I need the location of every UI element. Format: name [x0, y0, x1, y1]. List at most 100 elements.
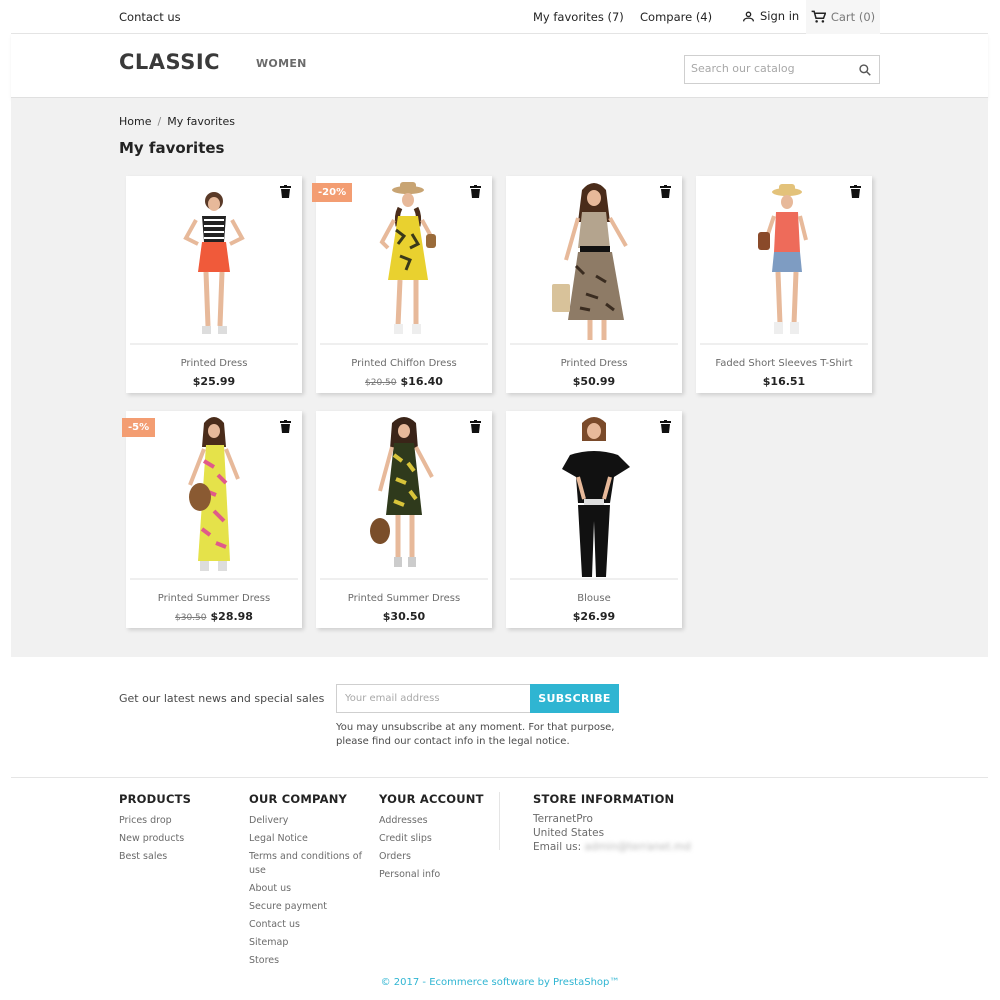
card-divider [510, 343, 678, 345]
cart-icon [811, 10, 826, 23]
breadcrumb: Home / My favorites [119, 115, 235, 128]
trash-icon[interactable] [660, 185, 671, 198]
breadcrumb-current[interactable]: My favorites [167, 115, 235, 128]
product-name[interactable]: Blouse [506, 593, 682, 604]
card-divider [320, 578, 488, 580]
product-image[interactable] [126, 176, 302, 346]
price-row: $16.51 [696, 375, 872, 388]
footer-link[interactable]: Addresses [379, 812, 491, 830]
discount-badge: -20% [312, 183, 353, 202]
card-divider [130, 343, 298, 345]
trash-icon[interactable] [660, 420, 671, 433]
product-price: $26.99 [572, 610, 616, 623]
footer-link[interactable]: Personal info [379, 866, 491, 884]
card-divider [320, 343, 488, 345]
product-card[interactable]: Faded Short Sleeves T-Shirt $16.51 [696, 176, 872, 393]
newsletter-email-input[interactable] [345, 693, 520, 704]
card-divider [510, 578, 678, 580]
breadcrumb-home[interactable]: Home [119, 115, 151, 128]
product-image[interactable] [696, 176, 872, 346]
product-image[interactable] [506, 176, 682, 346]
product-price: $30.50 [382, 610, 426, 623]
store-email-label: Email us: [533, 841, 582, 853]
footer-link[interactable]: Prices drop [119, 812, 239, 830]
product-card[interactable]: Blouse $26.99 [506, 411, 682, 628]
trash-icon[interactable] [470, 185, 481, 198]
footer-products-title: PRODUCTS [119, 792, 192, 806]
footer-divider [11, 777, 988, 778]
footer-link[interactable]: Contact us [249, 916, 367, 934]
newsletter-note: You may unsubscribe at any moment. For t… [336, 722, 615, 747]
footer-link[interactable]: Best sales [119, 848, 239, 866]
product-price: $50.99 [572, 375, 616, 388]
store-country: United States [533, 827, 605, 839]
product-image[interactable] [316, 411, 492, 581]
sign-in-link[interactable]: Sign in [742, 9, 799, 23]
product-name[interactable]: Printed Summer Dress [126, 593, 302, 604]
compare-link[interactable]: Compare (4) [640, 10, 712, 24]
product-name[interactable]: Printed Summer Dress [316, 593, 492, 604]
product-card[interactable]: Printed Summer Dress $30.50 [316, 411, 492, 628]
product-image[interactable] [506, 411, 682, 581]
old-price: $20.50 [365, 378, 397, 388]
sign-in-label: Sign in [760, 9, 800, 23]
price-row: $20.50 $16.40 [316, 375, 492, 388]
footer-link[interactable]: Terms and conditions of use [249, 848, 367, 880]
price-row: $50.99 [506, 375, 682, 388]
store-email-row: Email us: admin@terranet.md [533, 840, 733, 854]
newsletter-email-box [336, 684, 531, 713]
product-card[interactable]: Printed Dress $25.99 [126, 176, 302, 393]
footer-link[interactable]: Sitemap [249, 934, 367, 952]
newsletter-label: Get our latest news and special sales [119, 692, 325, 705]
card-divider [130, 578, 298, 580]
product-price: $16.40 [400, 375, 443, 388]
footer-link[interactable]: Delivery [249, 812, 367, 830]
footer-store-column: STORE INFORMATION TerranetPro United Sta… [533, 792, 733, 854]
nav-item-women[interactable]: WOMEN [256, 57, 307, 70]
footer-link[interactable]: Legal Notice [249, 830, 367, 848]
cart-button[interactable]: Cart (0) [806, 0, 880, 34]
product-price: $28.98 [210, 610, 253, 623]
site-header: CLASSIC WOMEN [11, 34, 988, 98]
card-divider [700, 343, 868, 345]
product-price: $25.99 [192, 375, 236, 388]
product-card[interactable]: -20% Printed Chiffon Dress $20.50 $16.40 [312, 176, 492, 393]
product-name[interactable]: Printed Chiffon Dress [316, 358, 492, 369]
footer-products-column: PRODUCTS Prices drop New products Best s… [119, 792, 239, 866]
product-card[interactable]: -5% Printed Summer Dress $30.50 $28.98 [122, 411, 302, 628]
trash-icon[interactable] [470, 420, 481, 433]
subscribe-button[interactable]: SUBSCRIBE [530, 684, 619, 713]
contact-us-link[interactable]: Contact us [119, 10, 181, 24]
copyright-link[interactable]: © 2017 - Ecommerce software by PrestaSho… [0, 977, 1000, 988]
product-price: $16.51 [762, 375, 806, 388]
my-favorites-link[interactable]: My favorites (7) [533, 10, 624, 24]
user-icon [742, 11, 755, 21]
search-icon[interactable] [858, 63, 872, 77]
store-logo[interactable]: CLASSIC [119, 50, 220, 74]
top-bar: Contact us My favorites (7) Compare (4) … [11, 0, 988, 34]
footer-link[interactable]: Secure payment [249, 898, 367, 916]
main-content: Home / My favorites My favorites Printed D… [11, 98, 988, 657]
footer-company-column: OUR COMPANY Delivery Legal Notice Terms … [249, 792, 367, 970]
trash-icon[interactable] [850, 185, 861, 198]
store-email-link[interactable]: admin@terranet.md [584, 841, 690, 853]
product-name[interactable]: Printed Dress [126, 358, 302, 369]
product-name[interactable]: Faded Short Sleeves T-Shirt [696, 358, 872, 369]
footer-account-title[interactable]: YOUR ACCOUNT [379, 792, 491, 806]
search-input[interactable] [691, 62, 851, 75]
product-card[interactable]: Printed Dress $50.99 [506, 176, 682, 393]
footer-company-title: OUR COMPANY [249, 792, 348, 806]
footer-link[interactable]: Stores [249, 952, 367, 970]
footer-link[interactable]: Orders [379, 848, 491, 866]
footer-link[interactable]: About us [249, 880, 367, 898]
footer-account-column: YOUR ACCOUNT Addresses Credit slips Orde… [379, 792, 491, 884]
footer-store-title: STORE INFORMATION [533, 792, 675, 806]
trash-icon[interactable] [280, 420, 291, 433]
footer-column-separator [499, 792, 500, 850]
breadcrumb-separator: / [157, 115, 162, 128]
price-row: $30.50 $28.98 [126, 610, 302, 623]
trash-icon[interactable] [280, 185, 291, 198]
product-name[interactable]: Printed Dress [506, 358, 682, 369]
footer-link[interactable]: New products [119, 830, 239, 848]
footer-link[interactable]: Credit slips [379, 830, 491, 848]
